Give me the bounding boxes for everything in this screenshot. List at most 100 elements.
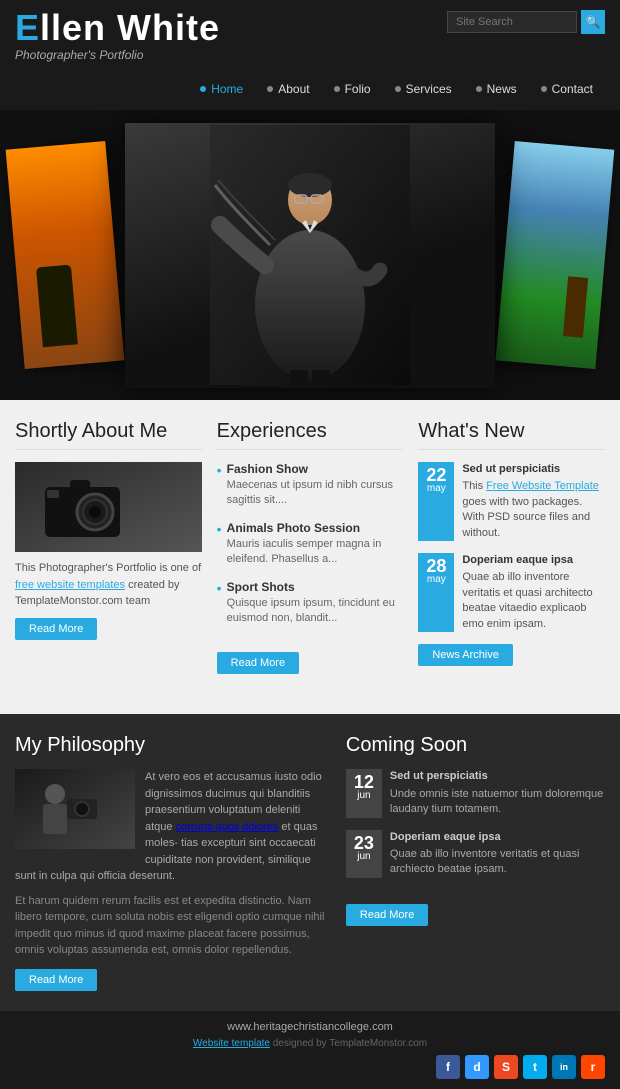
exp-read-more[interactable]: Read More (217, 652, 299, 674)
nav-label: Contact (552, 82, 593, 96)
slide-left-figure (36, 265, 78, 348)
news-date-num-2: 28 (424, 557, 448, 575)
news-archive-button[interactable]: News Archive (418, 644, 513, 666)
nav-dot (334, 86, 340, 92)
exp-desc-3: Quisque ipsum ipsum, tincidunt eu euismo… (227, 596, 404, 627)
exp-title-1: Fashion Show (227, 462, 404, 476)
about-image (15, 462, 202, 552)
slide-right-tree (563, 276, 588, 338)
nav-dot (267, 86, 273, 92)
philosophy-read-more[interactable]: Read More (15, 969, 97, 991)
nav-item-home[interactable]: Home (188, 78, 255, 100)
philosophy-image (15, 769, 135, 849)
nav-label: Folio (345, 82, 371, 96)
news-title-1: Sed ut perspiciatis (462, 462, 605, 477)
slide-main (125, 123, 495, 388)
exp-title-3: Sport Shots (227, 580, 404, 594)
nav-item-news[interactable]: News (464, 78, 529, 100)
news-link-1[interactable]: Free Website Template (486, 480, 599, 492)
social-reddit[interactable]: r (581, 1055, 605, 1079)
philosophy-column: My Philosophy (15, 734, 326, 991)
hero-figure-svg (210, 125, 410, 385)
header: Ellen White Photographer's Portfolio 🔍 (0, 0, 620, 72)
experience-item-1: Fashion Show Maecenas ut ipsum id nibh c… (217, 462, 404, 509)
slide-main-inner (125, 123, 495, 388)
coming-item-1: 12 jun Sed ut perspiciatis Unde omnis is… (346, 769, 605, 817)
nav-dot (476, 86, 482, 92)
coming-title-1: Sed ut perspiciatis (390, 769, 605, 784)
search-button[interactable]: 🔍 (581, 10, 605, 34)
nav-dot (395, 86, 401, 92)
nav-label: Home (211, 82, 243, 96)
news-date-num-1: 22 (424, 466, 448, 484)
about-read-more[interactable]: Read More (15, 618, 97, 640)
news-content-1: Sed ut perspiciatis This Free Website Te… (462, 462, 605, 541)
exp-title-2: Animals Photo Session (227, 521, 404, 535)
hero-slider (0, 110, 620, 400)
nav-label: About (278, 82, 309, 96)
dark-section: My Philosophy (0, 714, 620, 1011)
social-icons: f d S t in r (15, 1055, 605, 1079)
nav-item-contact[interactable]: Contact (529, 78, 605, 100)
coming-date-1: 12 jun (346, 769, 382, 817)
nav-dot (200, 86, 206, 92)
about-link[interactable]: free website templates (15, 579, 125, 591)
experience-item-3: Sport Shots Quisque ipsum ipsum, tincidu… (217, 580, 404, 627)
slide-right-inner (496, 141, 615, 369)
search-input[interactable] (447, 11, 577, 33)
logo-subtitle: Photographer's Portfolio (15, 48, 220, 62)
news-date-month-1: may (424, 484, 448, 494)
news-title-2: Doperiam eaque ipsa (462, 553, 605, 568)
three-columns: Shortly About Me (15, 420, 605, 674)
slide-right (496, 141, 615, 369)
footer-credit-link[interactable]: Website template (193, 1038, 270, 1049)
footer-credit: Website template designed by TemplateMon… (15, 1038, 605, 1049)
news-date-2: 28 may (418, 553, 454, 632)
nav-label: Services (406, 82, 452, 96)
footer: www.heritagechristiancollege.com Website… (0, 1011, 620, 1089)
philosophy-body: Et harum quidem rerum facilis est et exp… (15, 893, 326, 959)
slide-left (6, 141, 125, 369)
main-content: Shortly About Me (0, 400, 620, 714)
whats-new-title: What's New (418, 420, 605, 450)
coming-date-month-1: jun (352, 791, 376, 801)
logo-e: E (15, 7, 40, 48)
camera-svg (15, 462, 202, 552)
coming-soon-read-more[interactable]: Read More (346, 904, 428, 926)
coming-title-2: Doperiam eaque ipsa (390, 830, 605, 845)
coming-date-2: 23 jun (346, 830, 382, 878)
search-area: 🔍 (447, 10, 605, 34)
nav-label: News (487, 82, 517, 96)
news-date-1: 22 may (418, 462, 454, 541)
logo-rest: llen (40, 7, 117, 48)
exp-desc-1: Maecenas ut ipsum id nibh cursus sagitti… (227, 478, 404, 509)
social-delicious[interactable]: d (465, 1055, 489, 1079)
nav-dot (541, 86, 547, 92)
news-item-2: 28 may Doperiam eaque ipsa Quae ab illo … (418, 553, 605, 632)
phil-link[interactable]: corrupti quos dolores (176, 821, 279, 833)
nav-item-about[interactable]: About (255, 78, 321, 100)
logo-title: Ellen White (15, 10, 220, 46)
coming-soon-column: Coming Soon 12 jun Sed ut perspiciatis U… (346, 734, 605, 991)
experiences-title: Experiences (217, 420, 404, 450)
coming-content-2: Doperiam eaque ipsa Quae ab illo invento… (390, 830, 605, 878)
coming-date-num-2: 23 (352, 834, 376, 852)
navigation: Home About Folio Services News Contact (0, 72, 620, 110)
news-content-2: Doperiam eaque ipsa Quae ab illo invento… (462, 553, 605, 632)
social-twitter[interactable]: t (523, 1055, 547, 1079)
logo-area: Ellen White Photographer's Portfolio (15, 10, 220, 62)
social-linkedin[interactable]: in (552, 1055, 576, 1079)
footer-url: www.heritagechristiancollege.com (15, 1021, 605, 1033)
exp-desc-2: Mauris iaculis semper magna in eleifend.… (227, 537, 404, 568)
news-item-1: 22 may Sed ut perspiciatis This Free Web… (418, 462, 605, 541)
phil-svg (15, 769, 135, 849)
coming-date-num-1: 12 (352, 773, 376, 791)
social-stumbleupon[interactable]: S (494, 1055, 518, 1079)
slide-left-inner (6, 141, 125, 369)
news-date-month-2: may (424, 575, 448, 585)
nav-item-folio[interactable]: Folio (322, 78, 383, 100)
nav-item-services[interactable]: Services (383, 78, 464, 100)
coming-date-month-2: jun (352, 852, 376, 862)
coming-item-2: 23 jun Doperiam eaque ipsa Quae ab illo … (346, 830, 605, 878)
social-facebook[interactable]: f (436, 1055, 460, 1079)
